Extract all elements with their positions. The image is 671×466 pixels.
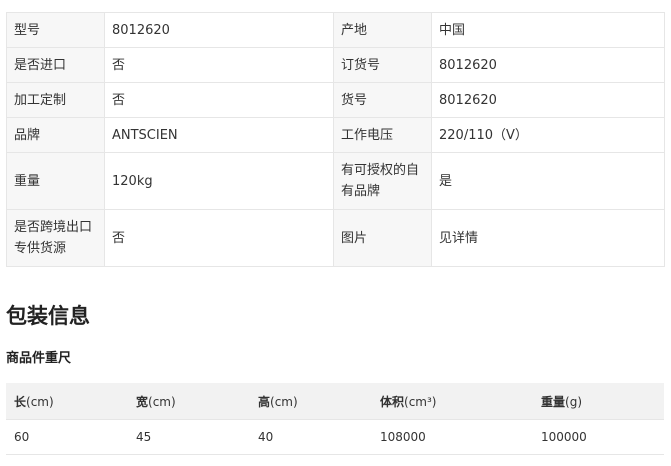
spec-row: 是否进口 否 订货号 8012620 bbox=[6, 47, 665, 83]
spec-row: 型号 8012620 产地 中国 bbox=[6, 12, 665, 48]
spec-value: 120kg bbox=[104, 152, 334, 210]
spec-value: 8012620 bbox=[431, 47, 665, 83]
package-header-row: 长(cm) 宽(cm) 高(cm) 体积(cm³) 重量(g) bbox=[6, 383, 664, 420]
spec-value: 中国 bbox=[431, 12, 665, 48]
spec-value: 8012620 bbox=[104, 12, 334, 48]
spec-key: 工作电压 bbox=[333, 117, 432, 153]
spec-key: 是否跨境出口专供货源 bbox=[6, 209, 105, 267]
spec-row: 是否跨境出口专供货源 否 图片 见详情 bbox=[6, 209, 665, 267]
spec-value: 否 bbox=[104, 209, 334, 267]
spec-key: 品牌 bbox=[6, 117, 105, 153]
spec-value: 否 bbox=[104, 82, 334, 118]
spec-value: 见详情 bbox=[431, 209, 665, 267]
spec-table: 型号 8012620 产地 中国 是否进口 否 订货号 8012620 加工定制… bbox=[6, 12, 665, 267]
column-header-weight: 重量(g) bbox=[533, 383, 664, 420]
spec-value: 220/110（V） bbox=[431, 117, 665, 153]
spec-key: 产地 bbox=[333, 12, 432, 48]
spec-key: 有可授权的自有品牌 bbox=[333, 152, 432, 210]
cell-volume: 108000 bbox=[372, 419, 533, 455]
spec-key: 型号 bbox=[6, 12, 105, 48]
table-row: 60 45 40 108000 100000 bbox=[6, 419, 664, 455]
cell-width: 45 bbox=[128, 419, 250, 455]
column-header-height: 高(cm) bbox=[250, 383, 372, 420]
cell-length: 60 bbox=[6, 419, 128, 455]
column-header-width: 宽(cm) bbox=[128, 383, 250, 420]
column-header-volume: 体积(cm³) bbox=[372, 383, 533, 420]
cell-weight: 100000 bbox=[533, 419, 664, 455]
sub-title: 商品件重尺 bbox=[6, 351, 72, 366]
spec-row: 品牌 ANTSCIEN 工作电压 220/110（V） bbox=[6, 117, 665, 153]
spec-key: 订货号 bbox=[333, 47, 432, 83]
spec-key: 重量 bbox=[6, 152, 105, 210]
spec-key: 是否进口 bbox=[6, 47, 105, 83]
spec-row: 重量 120kg 有可授权的自有品牌 是 bbox=[6, 152, 665, 210]
spec-key: 货号 bbox=[333, 82, 432, 118]
package-table: 长(cm) 宽(cm) 高(cm) 体积(cm³) 重量(g) 60 45 40… bbox=[6, 383, 664, 455]
spec-key: 加工定制 bbox=[6, 82, 105, 118]
spec-value: 否 bbox=[104, 47, 334, 83]
spec-value: ANTSCIEN bbox=[104, 117, 334, 153]
spec-key: 图片 bbox=[333, 209, 432, 267]
cell-height: 40 bbox=[250, 419, 372, 455]
section-title: 包装信息 bbox=[6, 304, 90, 328]
spec-value: 是 bbox=[431, 152, 665, 210]
spec-value: 8012620 bbox=[431, 82, 665, 118]
column-header-length: 长(cm) bbox=[6, 383, 128, 420]
spec-row: 加工定制 否 货号 8012620 bbox=[6, 82, 665, 118]
